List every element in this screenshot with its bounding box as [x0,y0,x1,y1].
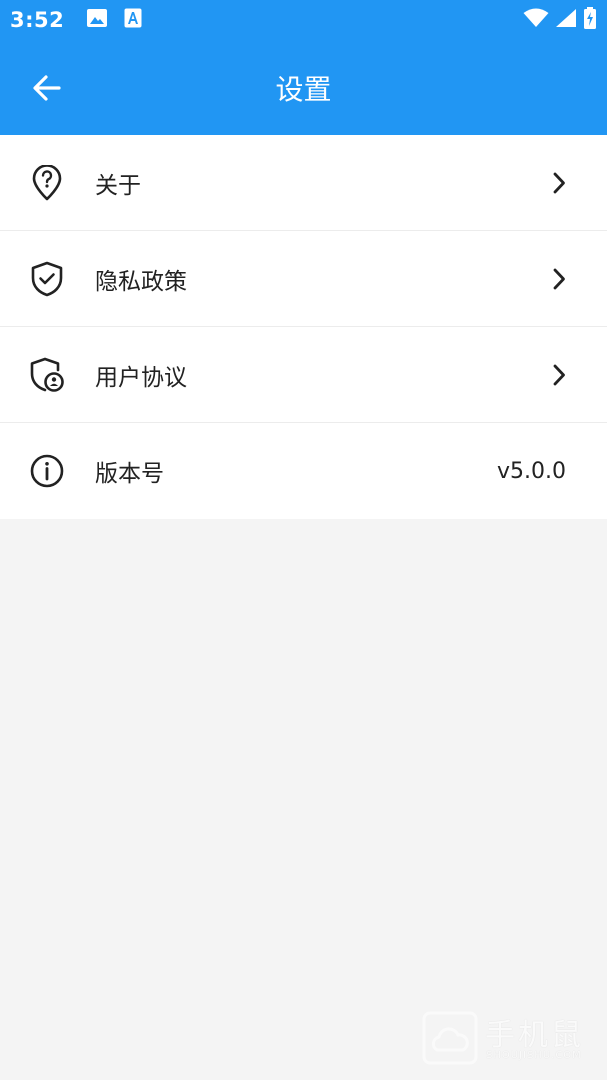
battery-charging-icon [583,7,597,33]
back-button[interactable] [22,64,72,112]
arrow-left-icon [33,75,61,101]
signal-icon [555,8,577,32]
settings-item-user-agreement[interactable]: 用户协议 [0,327,607,423]
version-value: v5.0.0 [497,458,566,484]
watermark: 手机鼠 SHOUJISHU.COM [421,1010,585,1066]
settings-item-about[interactable]: 关于 [0,135,607,231]
shield-user-icon [29,357,65,393]
app-bar: 设置 [0,40,607,135]
settings-item-label: 关于 [95,173,141,199]
settings-item-version[interactable]: 版本号 v5.0.0 [0,423,607,519]
settings-item-label: 隐私政策 [95,269,187,295]
font-a-icon [124,8,142,32]
settings-item-label: 版本号 [95,461,164,487]
page-title: 设置 [275,72,332,106]
status-right-icons [523,0,597,40]
info-icon [29,453,65,489]
chevron-right-icon [547,265,571,293]
status-bar: 3:52 [0,0,607,40]
watermark-text: 手机鼠 [485,1018,584,1053]
settings-list: 关于 隐私政策 用户协议 版本号 v5.0.0 [0,135,607,519]
shield-check-icon [29,261,65,297]
chevron-right-icon [547,169,571,197]
chevron-right-icon [547,361,571,389]
status-time: 3:52 [10,8,65,32]
settings-item-privacy-policy[interactable]: 隐私政策 [0,231,607,327]
status-left-icons [86,8,142,32]
wifi-icon [523,8,549,32]
settings-item-label: 用户协议 [95,365,187,391]
image-icon [86,8,108,32]
cloud-logo-icon [422,1011,478,1065]
help-location-icon [29,165,65,201]
watermark-sub: SHOUJISHU.COM [486,1050,582,1061]
